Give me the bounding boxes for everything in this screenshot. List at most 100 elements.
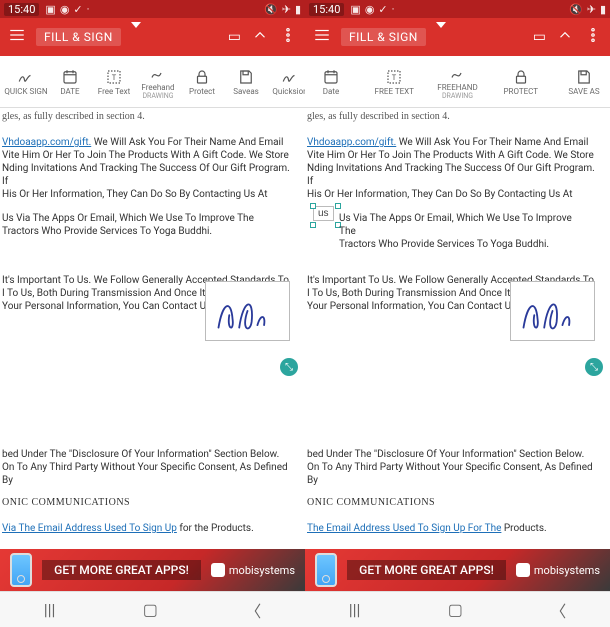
page-indicator-icon[interactable]: ▭ [228, 29, 241, 45]
system-nav-bar: ||| ▢ 〈 [0, 591, 305, 627]
selection-handle-icon[interactable] [310, 222, 316, 228]
tool-quicksign[interactable]: QUICK SIGN [4, 66, 48, 97]
check-icon: ✓ [73, 3, 82, 16]
dot-icon: · [392, 3, 395, 16]
tool-saveas[interactable]: Saveas [224, 66, 268, 97]
brand-logo-icon [211, 563, 225, 577]
resize-handle-icon[interactable]: ⤡ [585, 358, 603, 376]
collapse-icon[interactable] [251, 26, 269, 48]
recents-button[interactable]: ||| [44, 600, 56, 619]
status-bar: 15:40 ▣ ◉ ✓ · 🔇 ✈ ▮ [0, 0, 305, 18]
chevron-down-icon[interactable] [436, 28, 446, 47]
dot-icon: · [87, 3, 90, 16]
tool-freetext[interactable]: T Free Text [92, 66, 136, 97]
tool-quicksion[interactable]: Quicksion [268, 66, 305, 97]
ad-brand: mobisystems [506, 563, 610, 577]
ad-phone-icon [305, 549, 347, 591]
sync-icon: ◉ [365, 3, 375, 16]
tool-date[interactable]: Date [309, 66, 353, 97]
doc-heading: ONIC COMMUNICATIONS [2, 496, 130, 509]
signature-stamp[interactable] [205, 281, 290, 341]
link-text[interactable]: Vhdoaapp.com/gift. [307, 137, 396, 148]
doc-text: Us Via The Apps Or Email, Which We Use T… [339, 212, 590, 251]
save-icon [575, 66, 593, 88]
link-text[interactable]: The Email Address Used To Sign Up For Th… [307, 523, 501, 534]
screenshot-left: 15:40 ▣ ◉ ✓ · 🔇 ✈ ▮ FILL & SIGN ▭ [0, 0, 305, 627]
screenshot-right: 15:40 ▣ ◉ ✓ · 🔇 ✈ ▮ FILL & SIGN ▭ [305, 0, 610, 627]
link-text[interactable]: Vhdoaapp.com/gift. [2, 137, 91, 148]
home-button[interactable]: ▢ [448, 600, 463, 619]
selection-handle-icon[interactable] [310, 203, 316, 209]
draw-icon [149, 62, 167, 84]
doc-text: gles, as fully described in section 4. [307, 110, 610, 123]
draw-icon [449, 62, 467, 84]
resize-handle-icon[interactable]: ⤡ [280, 358, 298, 376]
status-bar: 15:40 ▣ ◉ ✓ · 🔇 ✈ ▮ [305, 0, 610, 18]
more-icon[interactable] [584, 26, 602, 48]
airplane-icon: ✈ [587, 3, 596, 16]
tool-saveas[interactable]: SAVE AS [562, 66, 606, 97]
status-clock: 15:40 [309, 3, 344, 16]
lock-icon [193, 66, 211, 88]
save-icon [237, 66, 255, 88]
mode-title[interactable]: FILL & SIGN [36, 28, 121, 46]
ad-message: GET MORE GREAT APPS! [347, 560, 506, 580]
doc-heading: ONIC COMMUNICATIONS [307, 496, 435, 509]
ad-phone-icon [0, 549, 42, 591]
collapse-icon[interactable] [556, 26, 574, 48]
tool-freehand[interactable]: Freehand DRAWING [136, 62, 180, 100]
text-icon: T [385, 66, 403, 88]
doc-text: Vhdoaapp.com/gift. We Will Ask You For T… [2, 136, 295, 201]
doc-text: Vhdoaapp.com/gift. We Will Ask You For T… [307, 136, 600, 201]
more-icon[interactable] [279, 26, 297, 48]
battery-icon: ▮ [295, 3, 301, 16]
toolbar: QUICK SIGN DATE T Free Text Freehand DRA… [0, 56, 305, 108]
home-button[interactable]: ▢ [143, 600, 158, 619]
ad-message: GET MORE GREAT APPS! [42, 560, 201, 580]
mute-icon: 🔇 [569, 3, 583, 16]
menu-icon[interactable] [313, 26, 331, 48]
doc-text: gles, as fully described in section 4. [2, 110, 305, 123]
ad-banner[interactable]: GET MORE GREAT APPS! mobisystems [0, 549, 305, 591]
doc-text: The Email Address Used To Sign Up For Th… [307, 522, 547, 535]
tool-freehand[interactable]: FREEHAND DRAWING [436, 62, 480, 100]
signature-icon [17, 66, 35, 88]
recents-button[interactable]: ||| [349, 600, 361, 619]
doc-text: Us Via The Apps Or Email, Which We Use T… [2, 212, 285, 238]
text-icon: T [105, 66, 123, 88]
signature-stamp[interactable] [510, 281, 595, 341]
page-indicator-icon[interactable]: ▭ [533, 29, 546, 45]
sync-icon: ◉ [60, 3, 70, 16]
system-nav-bar: ||| ▢ 〈 [305, 591, 610, 627]
svg-text:T: T [112, 73, 117, 82]
back-button[interactable]: 〈 [245, 598, 261, 622]
signature-icon [281, 66, 299, 88]
chevron-down-icon[interactable] [131, 28, 141, 47]
brand-logo-icon [516, 563, 530, 577]
selection-handle-icon[interactable] [335, 203, 341, 209]
mode-title[interactable]: FILL & SIGN [341, 28, 426, 46]
app-bar: FILL & SIGN ▭ [305, 18, 610, 56]
calendar-icon [322, 66, 340, 88]
freetext-annotation[interactable]: us [313, 206, 334, 221]
ad-brand: mobisystems [201, 563, 305, 577]
ad-banner[interactable]: GET MORE GREAT APPS! mobisystems [305, 549, 610, 591]
calendar-icon [61, 66, 79, 88]
airplane-icon: ✈ [282, 3, 291, 16]
svg-text:T: T [392, 73, 397, 82]
menu-icon[interactable] [8, 26, 26, 48]
tool-protect[interactable]: Protect [180, 66, 224, 97]
mute-icon: 🔇 [264, 3, 278, 16]
toolbar: Date T FREE TEXT FREEHAND DRAWING PROTEC… [305, 56, 610, 108]
link-text[interactable]: Via The Email Address Used To Sign Up [2, 523, 177, 534]
lock-icon [512, 66, 530, 88]
doc-text: bed Under The "Disclosure Of Your Inform… [307, 448, 600, 487]
image-icon: ▣ [350, 3, 360, 16]
status-clock: 15:40 [4, 3, 39, 16]
tool-freetext[interactable]: T FREE TEXT [372, 66, 416, 97]
image-icon: ▣ [45, 3, 55, 16]
tool-protect[interactable]: PROTECT [499, 66, 543, 97]
app-bar: FILL & SIGN ▭ [0, 18, 305, 56]
back-button[interactable]: 〈 [550, 598, 566, 622]
tool-date[interactable]: DATE [48, 66, 92, 97]
